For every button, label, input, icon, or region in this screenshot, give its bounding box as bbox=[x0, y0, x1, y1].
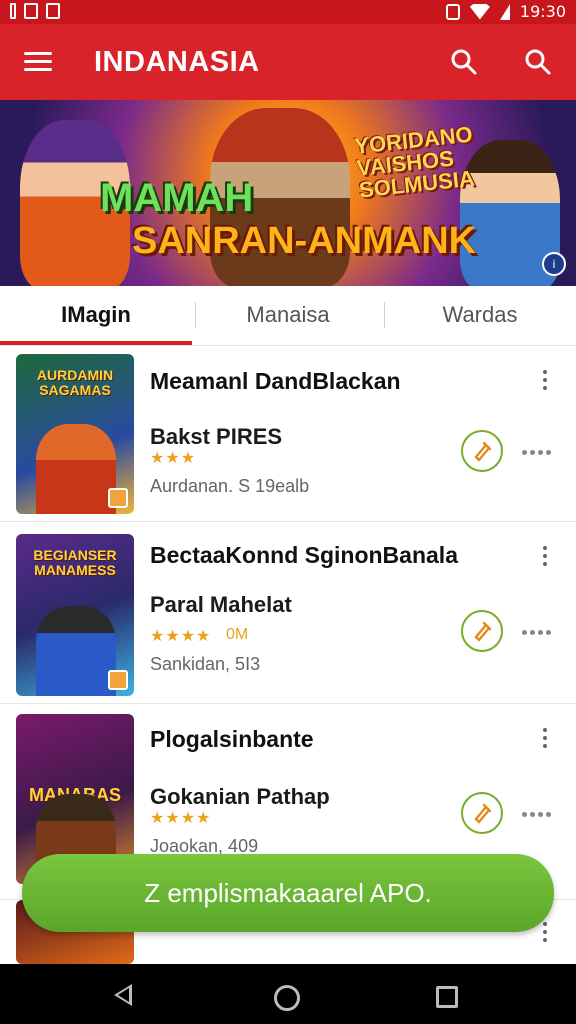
back-icon[interactable] bbox=[114, 984, 132, 1006]
thumbnail-title: AURDAMIN SAGAMAS bbox=[36, 367, 114, 398]
game-thumbnail[interactable]: AURDAMIN SAGAMAS bbox=[16, 354, 134, 514]
search-icon[interactable] bbox=[450, 48, 478, 76]
search-icon-secondary[interactable] bbox=[524, 48, 552, 76]
home-icon[interactable] bbox=[274, 985, 300, 1011]
app-title: INDANASIA bbox=[94, 46, 260, 78]
rating-count: 0M bbox=[226, 626, 249, 643]
thumbnail-character bbox=[36, 424, 116, 514]
thumbnail-title: BEGIANSER MANAMESS bbox=[33, 547, 117, 578]
item-developer: Bakst PIRES bbox=[150, 424, 283, 449]
tab-bar: IMagin Manaisa Wardas bbox=[0, 286, 576, 346]
banner-logo: YORIDANO VAISHOS SOLMUSIA bbox=[353, 121, 476, 203]
list-item[interactable]: BEGIANSER MANAMESS BectaaKonnd SginonBan… bbox=[0, 522, 576, 704]
install-icon[interactable] bbox=[461, 792, 503, 834]
overflow-menu-icon[interactable] bbox=[538, 370, 552, 398]
tab-imagin[interactable]: IMagin bbox=[0, 286, 192, 346]
promo-banner[interactable]: YORIDANO VAISHOS SOLMUSIA MAMAH SANRAN-A… bbox=[0, 100, 576, 286]
image-icon bbox=[46, 3, 60, 19]
more-dots-icon[interactable] bbox=[522, 627, 554, 637]
more-dots-icon[interactable] bbox=[522, 809, 554, 819]
signal-icon bbox=[499, 3, 510, 20]
more-dots-icon[interactable] bbox=[522, 447, 554, 457]
overflow-menu-icon[interactable] bbox=[538, 728, 552, 756]
install-icon[interactable] bbox=[461, 610, 503, 652]
overflow-menu-icon[interactable] bbox=[538, 922, 552, 950]
banner-info-icon[interactable]: i bbox=[542, 252, 566, 276]
status-bar: 19:30 bbox=[0, 0, 576, 24]
sim-icon bbox=[24, 3, 38, 19]
item-meta: Aurdanan. S 19ealb bbox=[150, 476, 310, 496]
wifi-icon bbox=[469, 3, 490, 20]
item-title: Plogalsinbante bbox=[150, 726, 314, 752]
item-title: Meamanl DandBlackan bbox=[150, 368, 401, 394]
tab-manaisa[interactable]: Manaisa bbox=[192, 286, 384, 346]
banner-headline: MAMAH bbox=[100, 176, 254, 220]
rating-stars: ★★★★ bbox=[150, 628, 212, 645]
game-thumbnail[interactable]: BEGIANSER MANAMESS bbox=[16, 534, 134, 696]
banner-subheadline: SANRAN-ANMANK bbox=[132, 220, 477, 262]
overflow-menu-icon[interactable] bbox=[538, 546, 552, 574]
thumbnail-badge-icon bbox=[108, 670, 128, 690]
recent-apps-icon[interactable] bbox=[436, 986, 458, 1008]
thumbnail-character bbox=[36, 606, 116, 696]
tab-wardas[interactable]: Wardas bbox=[384, 286, 576, 346]
vibrate-icon bbox=[445, 3, 460, 20]
item-title: BectaaKonnd SginonBanala bbox=[150, 542, 458, 568]
app-bar: INDANASIA bbox=[0, 24, 576, 100]
rating-stars: ★★★★ bbox=[150, 810, 212, 827]
list-item[interactable]: AURDAMIN SAGAMAS Meamanl DandBlackan Bak… bbox=[0, 346, 576, 522]
thumbnail-badge-icon bbox=[108, 488, 128, 508]
rating-stars: ★★★ bbox=[150, 450, 197, 467]
menu-icon[interactable] bbox=[24, 52, 52, 72]
tab-indicator bbox=[0, 341, 192, 345]
clock: 19:30 bbox=[519, 2, 566, 21]
item-developer: Paral Mahelat bbox=[150, 592, 292, 617]
install-snackbar[interactable]: Z emplismakaaarel APO. bbox=[22, 854, 554, 932]
install-icon[interactable] bbox=[461, 430, 503, 472]
notification-icon bbox=[10, 3, 16, 19]
item-developer: Gokanian Pathap bbox=[150, 784, 330, 809]
item-meta: Sankidan, 5I3 bbox=[150, 654, 261, 674]
system-nav-bar bbox=[0, 964, 576, 1024]
